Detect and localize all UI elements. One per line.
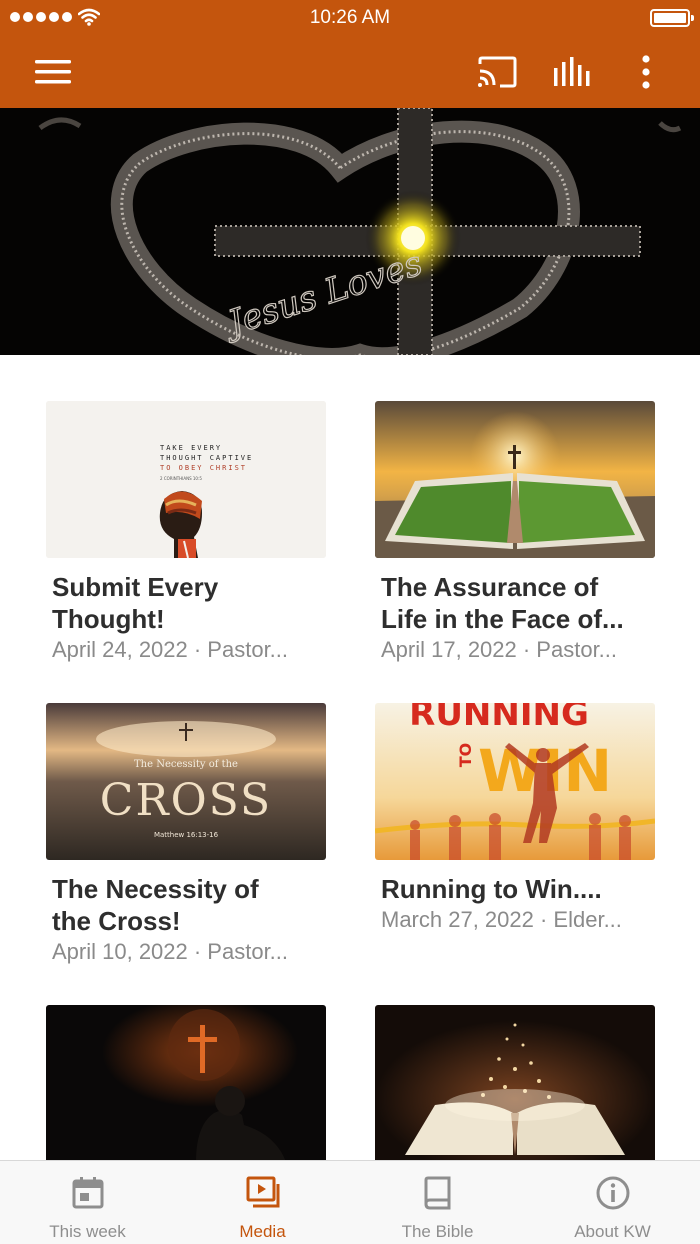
info-icon bbox=[596, 1176, 630, 1210]
cast-icon bbox=[478, 56, 517, 88]
svg-text:2 CORINTHIANS 10:5: 2 CORINTHIANS 10:5 bbox=[160, 476, 202, 481]
tab-label: The Bible bbox=[401, 1222, 474, 1241]
hero-banner: Jesus Loves bbox=[0, 108, 700, 355]
tab-media[interactable]: Media bbox=[175, 1161, 350, 1244]
media-title-line-2: the Cross! bbox=[52, 906, 181, 936]
calendar-icon bbox=[72, 1177, 104, 1209]
media-subtitle: April 24, 2022 · Pastor... bbox=[52, 637, 289, 662]
tab-label: About KW bbox=[574, 1222, 651, 1241]
app-bar bbox=[0, 36, 700, 108]
heart-cross-artwork: Jesus Loves bbox=[0, 108, 700, 355]
media-thumbnail bbox=[375, 1005, 655, 1162]
media-card[interactable]: TAKE EVERY THOUGHT CAPTIVE TO OBEY CHRIS… bbox=[46, 401, 326, 671]
media-title-line-2: Thought! bbox=[52, 604, 165, 634]
tab-label: Media bbox=[239, 1222, 286, 1241]
svg-text:The Necessity of the: The Necessity of the bbox=[134, 759, 238, 770]
svg-text:TO: TO bbox=[456, 743, 475, 768]
media-card[interactable]: The Necessity of the CROSS Matthew 16:13… bbox=[46, 703, 326, 973]
media-playlist-icon bbox=[246, 1176, 280, 1208]
media-subtitle: April 10, 2022 · Pastor... bbox=[52, 939, 289, 964]
equalizer-button[interactable] bbox=[549, 50, 593, 94]
media-thumbnail bbox=[46, 1005, 326, 1162]
svg-text:CROSS: CROSS bbox=[100, 775, 272, 826]
svg-text:TO OBEY CHRIST: TO OBEY CHRIST bbox=[160, 464, 247, 472]
svg-text:THOUGHT CAPTIVE: THOUGHT CAPTIVE bbox=[160, 454, 253, 462]
media-card[interactable]: RUNNING TO WIN Running to Win.... March … bbox=[375, 703, 655, 943]
tab-the-bible[interactable]: The Bible bbox=[350, 1161, 525, 1244]
book-icon bbox=[424, 1176, 451, 1210]
cast-button[interactable] bbox=[475, 50, 519, 94]
tab-label: This week bbox=[49, 1222, 126, 1241]
media-title: The Assurance of bbox=[381, 572, 599, 602]
media-card[interactable]: The Assurance of Life in the Face of... … bbox=[375, 401, 655, 671]
media-thumbnail: The Necessity of the CROSS Matthew 16:13… bbox=[46, 703, 326, 860]
media-title: Submit Every bbox=[52, 572, 219, 602]
status-bar: 10:26 AM bbox=[0, 0, 700, 36]
media-thumbnail bbox=[375, 401, 655, 558]
tab-this-week[interactable]: This week bbox=[0, 1161, 175, 1244]
svg-text:TAKE EVERY: TAKE EVERY bbox=[160, 444, 222, 452]
media-title-line-2: Life in the Face of... bbox=[381, 604, 624, 634]
tab-about-kw[interactable]: About KW bbox=[525, 1161, 700, 1244]
media-card[interactable] bbox=[375, 1005, 655, 1162]
hamburger-menu-button[interactable] bbox=[31, 50, 75, 94]
media-card[interactable] bbox=[46, 1005, 326, 1162]
media-subtitle: April 17, 2022 · Pastor... bbox=[381, 637, 618, 662]
bottom-tab-bar: This week Media The Bible About KW bbox=[0, 1160, 700, 1244]
media-title: The Necessity of bbox=[52, 874, 259, 904]
media-subtitle: March 27, 2022 · Elder... bbox=[381, 907, 622, 932]
more-options-button[interactable] bbox=[624, 50, 668, 94]
svg-text:Matthew 16:13-16: Matthew 16:13-16 bbox=[154, 831, 219, 839]
media-title: Running to Win.... bbox=[381, 874, 602, 904]
media-thumbnail: RUNNING TO WIN bbox=[375, 703, 655, 860]
battery-icon bbox=[650, 9, 694, 27]
hamburger-menu-icon bbox=[35, 60, 71, 84]
media-thumbnail: TAKE EVERY THOUGHT CAPTIVE TO OBEY CHRIS… bbox=[46, 401, 326, 558]
svg-text:RUNNING: RUNNING bbox=[409, 703, 589, 734]
status-time: 10:26 AM bbox=[309, 7, 391, 28]
more-vertical-icon bbox=[642, 55, 650, 89]
equalizer-icon bbox=[554, 57, 590, 86]
